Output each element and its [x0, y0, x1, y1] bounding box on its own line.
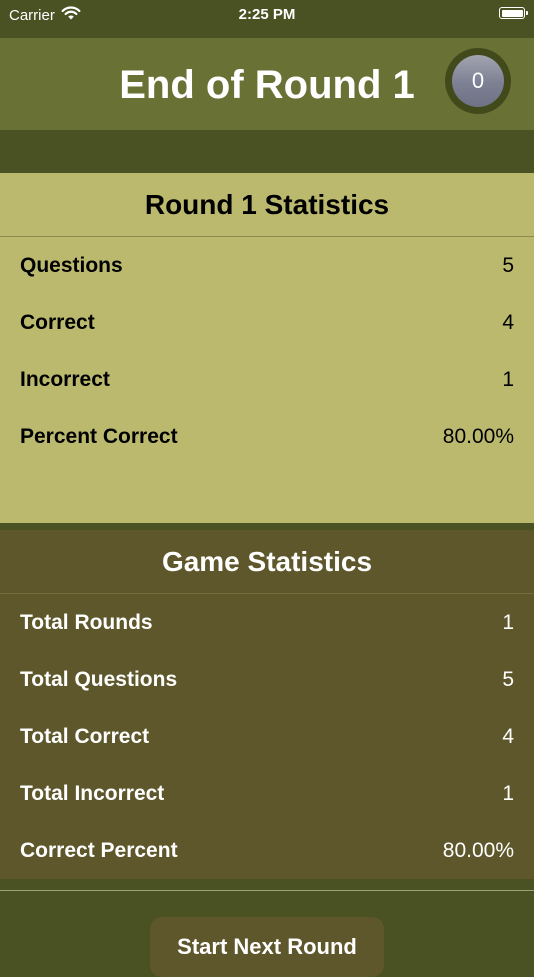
- stat-label: Total Questions: [20, 667, 178, 691]
- stat-value: 5: [502, 253, 514, 277]
- navigation-bar: End of Round 1 0: [0, 38, 534, 130]
- stat-value: 1: [502, 610, 514, 634]
- stat-value: 80.00%: [442, 424, 514, 448]
- score-value: 0: [452, 55, 504, 107]
- stat-label: Incorrect: [20, 367, 110, 391]
- round-statistics-panel: Round 1 Statistics Questions 5 Correct 4…: [0, 173, 534, 523]
- round-statistics-title: Round 1 Statistics: [0, 173, 534, 237]
- footer-divider: [0, 890, 534, 891]
- start-next-round-button[interactable]: Start Next Round: [150, 917, 384, 977]
- stat-row-total-correct: Total Correct 4: [0, 708, 534, 765]
- stat-label: Total Rounds: [20, 610, 153, 634]
- game-statistics-title: Game Statistics: [0, 530, 534, 594]
- game-statistics-panel: Game Statistics Total Rounds 1 Total Que…: [0, 530, 534, 879]
- stat-label: Total Correct: [20, 724, 150, 748]
- stat-row-incorrect: Incorrect 1: [0, 351, 534, 408]
- stat-value: 4: [502, 724, 514, 748]
- stat-row-percent-correct: Percent Correct 80.00%: [0, 408, 534, 465]
- stat-row-correct-percent: Correct Percent 80.00%: [0, 822, 534, 879]
- stat-label: Percent Correct: [20, 424, 178, 448]
- status-bar: Carrier 2:25 PM: [0, 0, 534, 38]
- battery-level: [501, 9, 523, 17]
- status-time: 2:25 PM: [238, 6, 296, 23]
- score-badge[interactable]: 0: [445, 48, 511, 114]
- stat-value: 5: [502, 667, 514, 691]
- stat-value: 80.00%: [442, 838, 514, 862]
- stat-value: 1: [502, 781, 514, 805]
- battery-icon: [499, 7, 528, 19]
- stat-row-total-incorrect: Total Incorrect 1: [0, 765, 534, 822]
- stat-label: Total Incorrect: [20, 781, 165, 805]
- stat-row-correct: Correct 4: [0, 294, 534, 351]
- stat-label: Correct: [20, 310, 95, 334]
- stat-row-total-rounds: Total Rounds 1: [0, 594, 534, 651]
- stat-value: 4: [502, 310, 514, 334]
- stat-label: Correct Percent: [20, 838, 178, 862]
- stat-row-questions: Questions 5: [0, 237, 534, 294]
- stat-label: Questions: [20, 253, 123, 277]
- stat-value: 1: [502, 367, 514, 391]
- stat-row-total-questions: Total Questions 5: [0, 651, 534, 708]
